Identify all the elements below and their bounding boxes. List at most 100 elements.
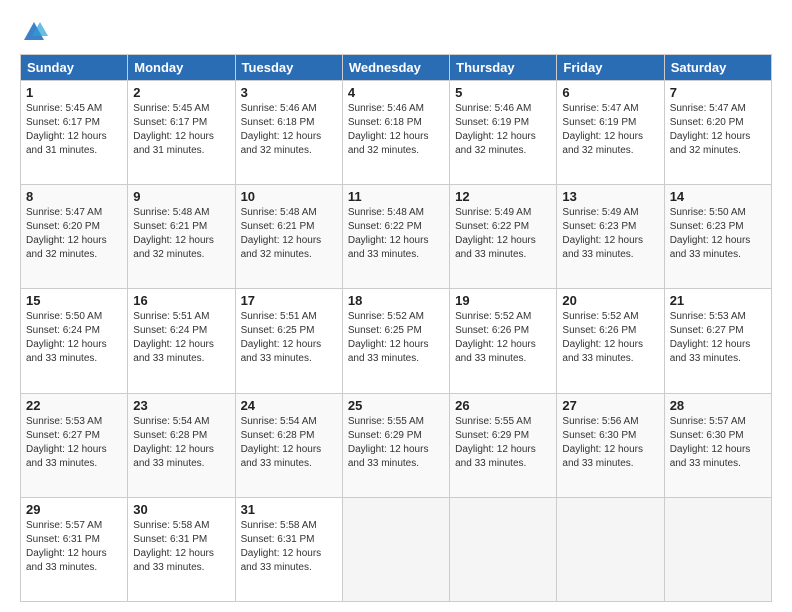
day-number: 8 <box>26 189 122 204</box>
calendar-cell <box>664 497 771 601</box>
day-number: 13 <box>562 189 658 204</box>
day-number: 29 <box>26 502 122 517</box>
day-info: Sunrise: 5:49 AM Sunset: 6:22 PM Dayligh… <box>455 206 551 262</box>
calendar-cell: 5 Sunrise: 5:46 AM Sunset: 6:19 PM Daylig… <box>450 81 557 185</box>
day-info: Sunrise: 5:45 AM Sunset: 6:17 PM Dayligh… <box>26 102 122 158</box>
calendar-cell: 6Sunrise: 5:47 AM Sunset: 6:19 PM Daylig… <box>557 81 664 185</box>
day-number: 27 <box>562 398 658 413</box>
calendar-cell: 3 Sunrise: 5:46 AM Sunset: 6:18 PM Daylig… <box>235 81 342 185</box>
calendar-cell: 27 Sunrise: 5:56 AM Sunset: 6:30 PM Dayli… <box>557 393 664 497</box>
logo-icon <box>20 18 48 46</box>
day-number: 14 <box>670 189 766 204</box>
calendar-cell: 11Sunrise: 5:48 AM Sunset: 6:22 PM Dayli… <box>342 185 449 289</box>
day-number: 22 <box>26 398 122 413</box>
day-info: Sunrise: 5:53 AM Sunset: 6:27 PM Dayligh… <box>26 415 122 471</box>
day-info: Sunrise: 5:52 AM Sunset: 6:25 PM Dayligh… <box>348 310 444 366</box>
day-info: Sunrise: 5:47 AM Sunset: 6:19 PM Dayligh… <box>562 102 658 158</box>
calendar-cell: 13 Sunrise: 5:49 AM Sunset: 6:23 PM Dayli… <box>557 185 664 289</box>
calendar-week-5: 29 Sunrise: 5:57 AM Sunset: 6:31 PM Dayli… <box>21 497 772 601</box>
calendar-header-tuesday: Tuesday <box>235 55 342 81</box>
day-number: 10 <box>241 189 337 204</box>
day-info: Sunrise: 5:56 AM Sunset: 6:30 PM Dayligh… <box>562 415 658 471</box>
day-number: 4 <box>348 85 444 100</box>
calendar-cell: 26 Sunrise: 5:55 AM Sunset: 6:29 PM Dayli… <box>450 393 557 497</box>
day-info: Sunrise: 5:52 AM Sunset: 6:26 PM Dayligh… <box>455 310 551 366</box>
day-number: 26 <box>455 398 551 413</box>
calendar-week-4: 22 Sunrise: 5:53 AM Sunset: 6:27 PM Dayli… <box>21 393 772 497</box>
calendar-table: SundayMondayTuesdayWednesdayThursdayFrid… <box>20 54 772 602</box>
calendar-cell: 24 Sunrise: 5:54 AM Sunset: 6:28 PM Dayli… <box>235 393 342 497</box>
calendar-cell: 15 Sunrise: 5:50 AM Sunset: 6:24 PM Dayli… <box>21 289 128 393</box>
calendar-cell: 18Sunrise: 5:52 AM Sunset: 6:25 PM Dayli… <box>342 289 449 393</box>
day-info: Sunrise: 5:48 AM Sunset: 6:21 PM Dayligh… <box>241 206 337 262</box>
day-info: Sunrise: 5:47 AM Sunset: 6:20 PM Dayligh… <box>670 102 766 158</box>
day-info: Sunrise: 5:55 AM Sunset: 6:29 PM Dayligh… <box>455 415 551 471</box>
calendar-week-1: 1 Sunrise: 5:45 AM Sunset: 6:17 PM Daylig… <box>21 81 772 185</box>
day-number: 20 <box>562 293 658 308</box>
calendar-week-2: 8 Sunrise: 5:47 AM Sunset: 6:20 PM Daylig… <box>21 185 772 289</box>
day-info: Sunrise: 5:46 AM Sunset: 6:19 PM Dayligh… <box>455 102 551 158</box>
calendar-cell: 20Sunrise: 5:52 AM Sunset: 6:26 PM Dayli… <box>557 289 664 393</box>
calendar-header-saturday: Saturday <box>664 55 771 81</box>
day-info: Sunrise: 5:46 AM Sunset: 6:18 PM Dayligh… <box>241 102 337 158</box>
day-info: Sunrise: 5:55 AM Sunset: 6:29 PM Dayligh… <box>348 415 444 471</box>
day-number: 21 <box>670 293 766 308</box>
day-number: 3 <box>241 85 337 100</box>
calendar-header-thursday: Thursday <box>450 55 557 81</box>
day-number: 1 <box>26 85 122 100</box>
calendar-cell: 7 Sunrise: 5:47 AM Sunset: 6:20 PM Daylig… <box>664 81 771 185</box>
calendar-cell: 17 Sunrise: 5:51 AM Sunset: 6:25 PM Dayli… <box>235 289 342 393</box>
day-number: 12 <box>455 189 551 204</box>
day-info: Sunrise: 5:57 AM Sunset: 6:31 PM Dayligh… <box>26 519 122 575</box>
calendar-cell: 31Sunrise: 5:58 AM Sunset: 6:31 PM Dayli… <box>235 497 342 601</box>
calendar-week-3: 15 Sunrise: 5:50 AM Sunset: 6:24 PM Dayli… <box>21 289 772 393</box>
day-number: 24 <box>241 398 337 413</box>
calendar-header-monday: Monday <box>128 55 235 81</box>
logo <box>20 18 52 46</box>
calendar-cell: 21 Sunrise: 5:53 AM Sunset: 6:27 PM Dayli… <box>664 289 771 393</box>
day-info: Sunrise: 5:45 AM Sunset: 6:17 PM Dayligh… <box>133 102 229 158</box>
calendar-header-friday: Friday <box>557 55 664 81</box>
day-info: Sunrise: 5:53 AM Sunset: 6:27 PM Dayligh… <box>670 310 766 366</box>
day-number: 31 <box>241 502 337 517</box>
page: SundayMondayTuesdayWednesdayThursdayFrid… <box>0 0 792 612</box>
calendar-cell: 28Sunrise: 5:57 AM Sunset: 6:30 PM Dayli… <box>664 393 771 497</box>
day-info: Sunrise: 5:50 AM Sunset: 6:24 PM Dayligh… <box>26 310 122 366</box>
calendar-cell: 29 Sunrise: 5:57 AM Sunset: 6:31 PM Dayli… <box>21 497 128 601</box>
calendar-header-wednesday: Wednesday <box>342 55 449 81</box>
day-number: 9 <box>133 189 229 204</box>
day-info: Sunrise: 5:51 AM Sunset: 6:25 PM Dayligh… <box>241 310 337 366</box>
day-number: 17 <box>241 293 337 308</box>
day-info: Sunrise: 5:48 AM Sunset: 6:21 PM Dayligh… <box>133 206 229 262</box>
calendar-cell: 2 Sunrise: 5:45 AM Sunset: 6:17 PM Daylig… <box>128 81 235 185</box>
day-info: Sunrise: 5:46 AM Sunset: 6:18 PM Dayligh… <box>348 102 444 158</box>
day-number: 2 <box>133 85 229 100</box>
day-info: Sunrise: 5:50 AM Sunset: 6:23 PM Dayligh… <box>670 206 766 262</box>
calendar-header-row: SundayMondayTuesdayWednesdayThursdayFrid… <box>21 55 772 81</box>
day-number: 16 <box>133 293 229 308</box>
day-info: Sunrise: 5:51 AM Sunset: 6:24 PM Dayligh… <box>133 310 229 366</box>
calendar-cell: 19 Sunrise: 5:52 AM Sunset: 6:26 PM Dayli… <box>450 289 557 393</box>
calendar-cell: 12 Sunrise: 5:49 AM Sunset: 6:22 PM Dayli… <box>450 185 557 289</box>
calendar-cell: 14 Sunrise: 5:50 AM Sunset: 6:23 PM Dayli… <box>664 185 771 289</box>
day-number: 25 <box>348 398 444 413</box>
calendar-cell <box>450 497 557 601</box>
calendar-cell: 22 Sunrise: 5:53 AM Sunset: 6:27 PM Dayli… <box>21 393 128 497</box>
day-number: 28 <box>670 398 766 413</box>
calendar-cell: 30Sunrise: 5:58 AM Sunset: 6:31 PM Dayli… <box>128 497 235 601</box>
day-number: 19 <box>455 293 551 308</box>
day-info: Sunrise: 5:54 AM Sunset: 6:28 PM Dayligh… <box>241 415 337 471</box>
calendar-cell: 23Sunrise: 5:54 AM Sunset: 6:28 PM Dayli… <box>128 393 235 497</box>
day-number: 5 <box>455 85 551 100</box>
day-info: Sunrise: 5:47 AM Sunset: 6:20 PM Dayligh… <box>26 206 122 262</box>
day-number: 15 <box>26 293 122 308</box>
day-number: 23 <box>133 398 229 413</box>
day-number: 7 <box>670 85 766 100</box>
calendar-cell: 1 Sunrise: 5:45 AM Sunset: 6:17 PM Daylig… <box>21 81 128 185</box>
calendar-cell: 4 Sunrise: 5:46 AM Sunset: 6:18 PM Daylig… <box>342 81 449 185</box>
calendar-cell: 25 Sunrise: 5:55 AM Sunset: 6:29 PM Dayli… <box>342 393 449 497</box>
day-info: Sunrise: 5:49 AM Sunset: 6:23 PM Dayligh… <box>562 206 658 262</box>
calendar-body: 1 Sunrise: 5:45 AM Sunset: 6:17 PM Daylig… <box>21 81 772 602</box>
day-number: 11 <box>348 189 444 204</box>
calendar-cell <box>557 497 664 601</box>
